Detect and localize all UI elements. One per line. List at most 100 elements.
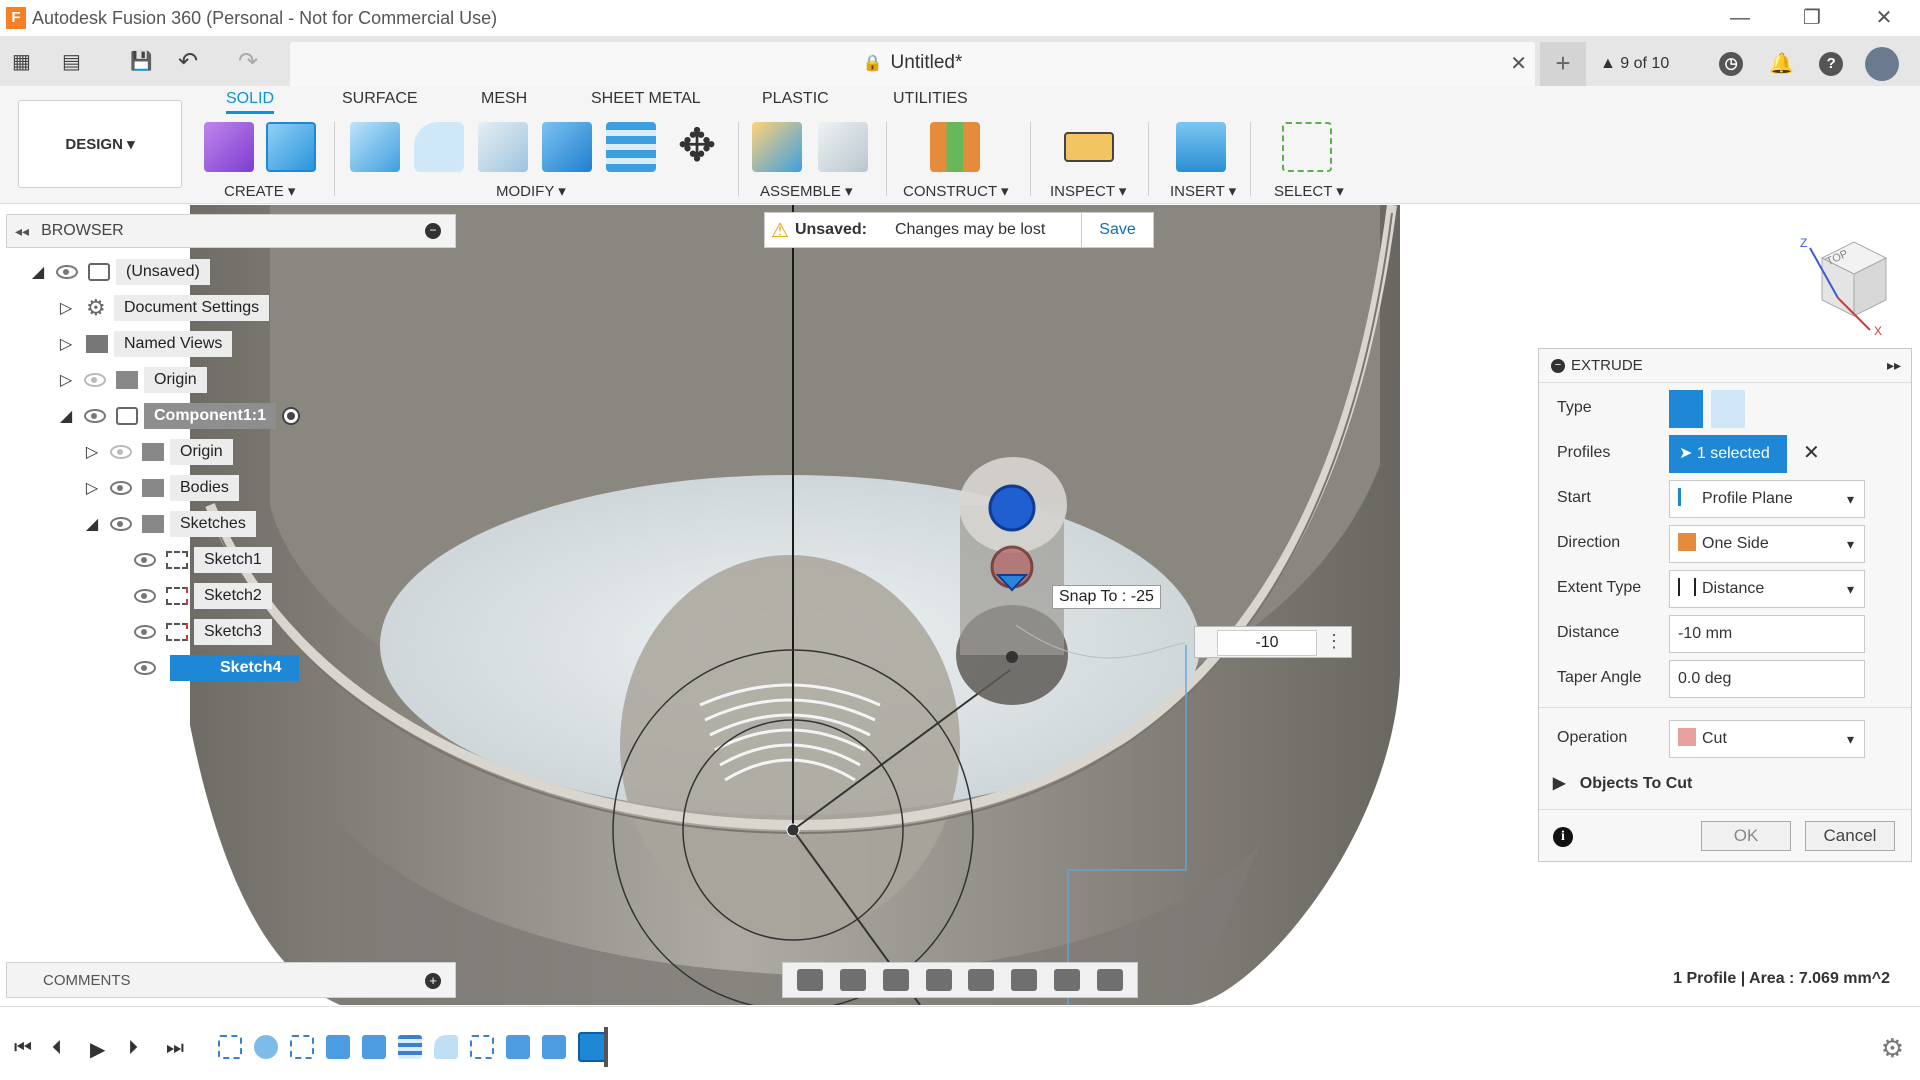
timeline-sketch-feature[interactable] (290, 1035, 314, 1059)
help-icon[interactable]: ? (1819, 52, 1844, 76)
insert-group-label[interactable]: INSERT ▾ (1170, 182, 1236, 200)
play-icon[interactable]: ▶ (90, 1037, 105, 1062)
measure-icon[interactable] (1064, 132, 1114, 162)
tree-item-component-origin[interactable]: ▷ Origin (82, 437, 233, 467)
tree-item-named-views[interactable]: ▷ Named Views (56, 329, 233, 359)
tab-mesh[interactable]: MESH (481, 90, 527, 108)
collapse-arrow-icon[interactable]: ◢ (82, 514, 102, 534)
clock-icon[interactable]: ◷ (1719, 52, 1744, 76)
create-group-label[interactable]: CREATE ▾ (224, 182, 295, 200)
minimize-browser-icon[interactable]: − (425, 223, 441, 239)
more-options-icon[interactable]: ⋮ (1325, 631, 1343, 652)
fit-icon[interactable] (968, 969, 995, 991)
timeline-marker[interactable] (604, 1027, 608, 1067)
document-tab[interactable]: 🔒 Untitled* ✕ (290, 42, 1535, 86)
visibility-eye-icon[interactable] (134, 661, 156, 675)
workspace-switcher-button[interactable]: DESIGN ▾ (18, 100, 182, 188)
activate-component-radio[interactable] (282, 407, 300, 425)
restore-button[interactable]: ❐ (1792, 4, 1832, 32)
new-component-icon[interactable] (752, 122, 802, 172)
visibility-eye-icon[interactable] (134, 625, 156, 639)
construct-group-label[interactable]: CONSTRUCT ▾ (903, 182, 1009, 200)
undo-icon[interactable]: ↶ (178, 44, 198, 78)
profiles-selection-button[interactable]: ➤ 1 selected (1669, 435, 1787, 473)
timeline-sketch-feature[interactable] (218, 1035, 242, 1059)
save-icon[interactable]: 💾 (130, 44, 152, 78)
user-avatar[interactable] (1865, 47, 1900, 81)
tree-item-sketch2[interactable]: Sketch2 (126, 581, 272, 611)
combine-icon[interactable] (542, 122, 592, 172)
look-at-icon[interactable] (840, 969, 867, 991)
close-window-button[interactable]: ✕ (1864, 4, 1904, 32)
tree-root[interactable]: ◢ (Unsaved) (28, 257, 210, 287)
modify-group-label[interactable]: MODIFY ▾ (496, 182, 566, 200)
expand-arrow-icon[interactable]: ▷ (56, 370, 76, 390)
redo-icon[interactable]: ↷ (238, 44, 258, 78)
tree-item-sketches[interactable]: ◢ Sketches (82, 509, 256, 539)
viewports-icon[interactable] (1096, 969, 1123, 991)
tree-item-sketch3[interactable]: Sketch3 (126, 617, 272, 647)
file-menu-icon[interactable]: ▤ (62, 44, 81, 78)
distance-input[interactable]: -10 mm (1669, 615, 1865, 653)
tree-item-sketch1[interactable]: Sketch1 (126, 545, 272, 575)
visibility-eye-icon[interactable] (56, 265, 78, 279)
tree-item-document-settings[interactable]: ▷ ⚙ Document Settings (56, 293, 270, 323)
go-to-start-icon[interactable]: ⏮ (14, 1037, 32, 1060)
extent-dropdown[interactable]: Distance (1669, 570, 1865, 608)
start-dropdown[interactable]: Profile Plane (1669, 480, 1865, 518)
insert-image-icon[interactable] (1176, 122, 1226, 172)
extrude-icon[interactable] (266, 122, 316, 172)
expand-dialog-icon[interactable]: ▸▸ (1887, 357, 1901, 374)
tree-item-bodies[interactable]: ▷ Bodies (82, 473, 239, 503)
offset-face-icon[interactable] (606, 122, 656, 172)
collapse-arrow-icon[interactable]: ◢ (28, 262, 48, 282)
expand-arrow-icon[interactable]: ▷ (56, 334, 76, 354)
job-status[interactable]: ▲ 9 of 10 (1600, 55, 1669, 73)
go-to-end-icon[interactable]: ⏭ (166, 1037, 184, 1060)
display-settings-icon[interactable] (1011, 969, 1038, 991)
tab-plastic[interactable]: PLASTIC (762, 90, 829, 108)
new-tab-button[interactable]: + (1540, 42, 1586, 86)
offset-plane-icon[interactable] (930, 122, 980, 172)
fillet-icon[interactable] (414, 122, 464, 172)
add-comment-icon[interactable]: + (425, 973, 441, 989)
visibility-eye-icon[interactable] (84, 373, 106, 387)
close-tab-icon[interactable]: ✕ (1510, 51, 1527, 76)
objects-to-cut-expander[interactable]: ▶ Objects To Cut (1553, 773, 1692, 793)
collapse-browser-icon[interactable]: ◂◂ (15, 223, 29, 240)
select-group-label[interactable]: SELECT ▾ (1274, 182, 1344, 200)
visibility-eye-icon[interactable] (134, 589, 156, 603)
tab-utilities[interactable]: UTILITIES (893, 90, 968, 108)
orbit-icon[interactable] (797, 969, 824, 991)
timeline-extrude-feature[interactable] (326, 1035, 350, 1059)
notifications-icon[interactable]: 🔔 (1769, 52, 1794, 76)
visibility-eye-icon[interactable] (110, 481, 132, 495)
tree-item-sketch4[interactable]: Sketch4 (126, 653, 300, 683)
timeline-fillet-feature[interactable] (434, 1035, 458, 1059)
taper-angle-input[interactable]: 0.0 deg (1669, 660, 1865, 698)
expand-arrow-icon[interactable]: ▷ (82, 478, 102, 498)
select-window-icon[interactable] (1282, 122, 1332, 172)
timeline-extrude-feature[interactable] (362, 1035, 386, 1059)
joint-icon[interactable] (818, 122, 868, 172)
tab-solid[interactable]: SOLID (226, 90, 275, 114)
step-forward-icon[interactable]: ⏵ (128, 1037, 138, 1060)
clear-selection-icon[interactable]: ✕ (1803, 440, 1820, 465)
tree-item-origin[interactable]: ▷ Origin (56, 365, 207, 395)
distance-hud-input[interactable]: -10 (1217, 630, 1317, 656)
move-copy-icon[interactable]: ✥ (672, 122, 722, 172)
solid-extrude-type-button[interactable] (1669, 390, 1703, 428)
tree-item-component[interactable]: ◢ Component1:1 (56, 401, 300, 431)
save-link[interactable]: Save (1081, 213, 1153, 247)
info-icon[interactable]: i (1553, 827, 1573, 847)
step-back-icon[interactable]: ⏴ (52, 1037, 62, 1060)
timeline-extrude-feature[interactable] (542, 1035, 566, 1059)
inspect-group-label[interactable]: INSPECT ▾ (1050, 182, 1126, 200)
tab-surface[interactable]: SURFACE (342, 90, 418, 108)
visibility-eye-icon[interactable] (134, 553, 156, 567)
minimize-dialog-icon[interactable]: − (1551, 358, 1565, 373)
shell-icon[interactable] (478, 122, 528, 172)
press-pull-icon[interactable] (350, 122, 400, 172)
visibility-eye-icon[interactable] (84, 409, 106, 423)
direction-dropdown[interactable]: One Side (1669, 525, 1865, 563)
